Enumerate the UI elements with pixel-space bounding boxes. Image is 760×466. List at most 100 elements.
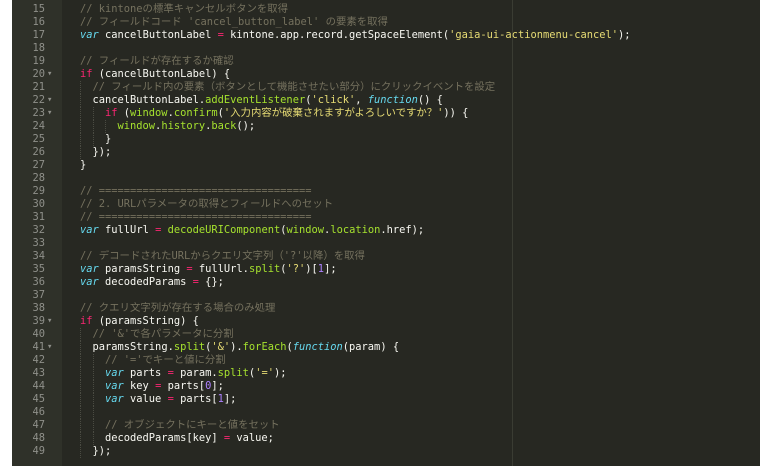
code-token: fullUrl. <box>192 263 249 275</box>
code-text: cancelButtonLabel.addEventListener('clic… <box>93 94 443 107</box>
code-line[interactable]: 31 // ================================== <box>12 211 760 224</box>
code-line[interactable]: 35 var paramsString = fullUrl.split('?')[… <box>12 263 760 276</box>
code-text: var key = parts[0]; <box>105 380 224 393</box>
code-token: '?' <box>286 263 306 275</box>
code-token: paramsString. <box>92 341 174 353</box>
code-line[interactable]: 28 <box>12 172 760 185</box>
indent-guide <box>92 393 94 406</box>
code-token: param. <box>173 367 218 379</box>
code-text: // '&'で各パラメータに分割 <box>93 328 234 341</box>
code-line[interactable]: 21 // フィールド内の要素（ボタンとして機能させたい部分）にクリックイベントを… <box>12 81 760 94</box>
indent-guide <box>92 107 94 120</box>
fold-arrow-icon[interactable]: ▾ <box>47 68 57 81</box>
code-token: ); <box>618 29 631 41</box>
code-text: // フィールドが存在するか確認 <box>80 55 234 68</box>
code-line[interactable]: 44 var key = parts[0]; <box>12 380 760 393</box>
indent-guide <box>80 328 81 341</box>
indent-guide <box>80 133 81 146</box>
code-text: var paramsString = fullUrl.split('?')[1]… <box>80 263 337 276</box>
code-line[interactable]: 27} <box>12 159 760 172</box>
code-line[interactable]: 34 // デコードされたURLからクエリ文字列（'?'以降）を取得 <box>12 250 760 263</box>
line-number: 35 <box>32 263 45 275</box>
code-text: // クエリ文字列が存在する場合のみ処理 <box>80 302 275 315</box>
code-line[interactable]: 46 <box>12 406 760 419</box>
line-number: 43 <box>32 367 45 379</box>
code-line[interactable]: 24 window.history.back(); <box>12 120 760 133</box>
code-token: forEach <box>242 341 287 353</box>
code-token: value; <box>230 432 274 444</box>
code-line[interactable]: 48 decodedParams[key] = value; <box>12 432 760 445</box>
code-text: // ================================== <box>80 185 311 198</box>
code-token: paramsString <box>98 263 187 275</box>
code-line[interactable]: 15 // kintoneの標準キャンセルボタンを取得 <box>12 3 760 16</box>
code-token: // 2. URLパラメータの取得とフィールドへのセット <box>80 198 334 210</box>
code-line[interactable]: 32 var fullUrl = decodeURIComponent(windo… <box>12 224 760 237</box>
code-token: // フィールドが存在するか確認 <box>80 55 234 67</box>
fold-arrow-icon[interactable]: ▾ <box>47 315 57 328</box>
code-line[interactable]: 22 ▾ cancelButtonLabel.addEventListener('c… <box>12 94 760 107</box>
code-line[interactable]: 45 var value = parts[1]; <box>12 393 760 406</box>
line-number: 44 <box>32 380 45 392</box>
code-line[interactable]: 23 ▾ if (window.confirm('入力内容が破棄されますがよろしいで… <box>12 107 760 120</box>
code-line[interactable]: 38 // クエリ文字列が存在する場合のみ処理 <box>12 302 760 315</box>
code-token: ]; <box>324 263 337 275</box>
code-line[interactable]: 25} <box>12 133 760 146</box>
code-line[interactable]: 49}); <box>12 445 760 458</box>
code-line[interactable]: 20 ▾ if (cancelButtonLabel) { <box>12 68 760 81</box>
code-token: fullUrl <box>98 224 156 236</box>
line-number: 27 <box>32 159 45 171</box>
fold-arrow-icon[interactable]: ▾ <box>47 94 57 107</box>
code-line[interactable]: 43 var parts = param.split('='); <box>12 367 760 380</box>
line-number: 28 <box>32 172 45 184</box>
code-text: // デコードされたURLからクエリ文字列（'?'以降）を取得 <box>80 250 365 263</box>
code-token: value <box>123 393 168 405</box>
line-number: 16 <box>32 16 45 28</box>
code-token: parts <box>123 367 168 379</box>
code-line[interactable]: 40 // '&'で各パラメータに分割 <box>12 328 760 341</box>
code-token: addEventListener <box>205 94 306 106</box>
indent-guide <box>80 94 81 107</box>
code-line[interactable]: 36 var decodedParams = {}; <box>12 276 760 289</box>
code-line[interactable]: 17 var cancelButtonLabel = kintone.app.re… <box>12 29 760 42</box>
code-line[interactable]: 42 // '='でキーと値に分割 <box>12 354 760 367</box>
code-token: .href); <box>380 224 425 236</box>
code-token: parts[ <box>173 393 218 405</box>
code-line[interactable]: 16 // フィールドコード 'cancel_button_label' の要素を… <box>12 16 760 29</box>
code-token: location <box>330 224 381 236</box>
indent-guide <box>80 120 81 133</box>
code-text: var value = parts[1]; <box>105 393 236 406</box>
code-token: } <box>80 159 87 171</box>
code-token: // デコードされたURLからクエリ文字列（'?'以降）を取得 <box>80 250 365 262</box>
code-token: window <box>117 120 156 132</box>
line-number: 45 <box>32 393 45 405</box>
code-line[interactable]: 30 // 2. URLパラメータの取得とフィールドへのセット <box>12 198 760 211</box>
indent-guide <box>80 354 81 367</box>
code-line[interactable]: 39 ▾ if (paramsString) { <box>12 315 760 328</box>
fold-arrow-icon[interactable]: ▾ <box>47 341 57 354</box>
code-text: // kintoneの標準キャンセルボタンを取得 <box>80 3 288 16</box>
code-line[interactable]: 19 // フィールドが存在するか確認 <box>12 55 760 68</box>
code-token: if <box>105 107 118 119</box>
code-text: // フィールドコード 'cancel_button_label' の要素を取得 <box>80 16 388 29</box>
code-line[interactable]: 29 // ================================== <box>12 185 760 198</box>
code-token: var <box>105 393 124 405</box>
code-line[interactable]: 33 <box>12 237 760 250</box>
code-editor[interactable]: 15 // kintoneの標準キャンセルボタンを取得 16 // フィールドコード … <box>12 0 760 466</box>
code-token: key <box>123 380 156 392</box>
code-line[interactable]: 41 ▾ paramsString.split('&').forEach(funct… <box>12 341 760 354</box>
fold-arrow-icon[interactable]: ▾ <box>47 107 57 120</box>
code-token: // kintoneの標準キャンセルボタンを取得 <box>80 3 289 15</box>
code-token: (); <box>236 120 256 132</box>
code-line[interactable]: 47 // オブジェクトにキーと値をセット <box>12 419 760 432</box>
indent-guide <box>80 393 81 406</box>
code-token: window <box>286 224 325 236</box>
indent-guide <box>92 133 94 146</box>
code-text: window.history.back(); <box>118 120 256 133</box>
line-number: 20 <box>32 68 45 80</box>
code-line[interactable]: 18 <box>12 42 760 55</box>
indent-guide <box>80 445 81 458</box>
code-token: )) { <box>443 107 469 119</box>
line-number: 30 <box>32 198 45 210</box>
code-line[interactable]: 37 <box>12 289 760 302</box>
code-line[interactable]: 26}); <box>12 146 760 159</box>
